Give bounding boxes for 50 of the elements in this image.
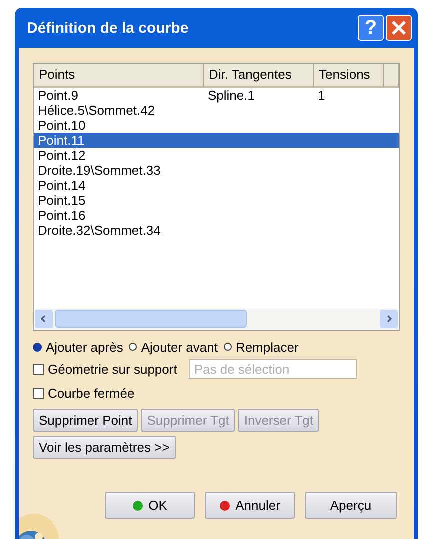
checkbox-label[interactable]: Courbe fermée: [48, 386, 135, 400]
table-cell-text: Point.12: [37, 148, 87, 163]
column-header[interactable]: Tensions: [314, 64, 384, 88]
table-cell-text: Spline.1: [207, 88, 256, 103]
table-row[interactable]: Droite.32\Sommet.34: [34, 223, 399, 238]
window-title: Définition de la courbe: [27, 20, 190, 36]
column-header[interactable]: Points: [34, 64, 204, 88]
table-cell-text: Point.9: [37, 88, 80, 103]
table-row[interactable]: Hélice.5\Sommet.42: [34, 103, 399, 118]
support-field[interactable]: Pas de sélection: [189, 359, 358, 379]
radio-button[interactable]: [224, 343, 232, 351]
table-cell-text: Point.11: [37, 133, 86, 148]
checkbox-label[interactable]: Géometrie sur support: [48, 362, 178, 376]
table-cell-text: Point.15: [37, 193, 87, 208]
parameters-button[interactable]: Voir les paramètres >>: [33, 436, 176, 459]
table-row[interactable]: Point.16: [34, 208, 399, 223]
table-row[interactable]: Point.12: [34, 148, 399, 163]
close-button[interactable]: [386, 15, 412, 41]
table-row[interactable]: Droite.19\Sommet.33: [34, 163, 399, 178]
table-cell-text: Droite.19\Sommet.33: [37, 163, 162, 178]
checkbox[interactable]: [33, 364, 44, 374]
table-cell-text: Point.16: [37, 208, 87, 223]
radio-button[interactable]: [129, 343, 138, 351]
scroll-thumb[interactable]: [55, 310, 247, 328]
table-row[interactable]: Point.9 Spline.1 1: [34, 88, 399, 103]
column-header[interactable]: Dir. Tangentes: [204, 64, 314, 88]
close-icon: [391, 20, 407, 36]
help-button[interactable]: ?: [358, 15, 384, 41]
table-row[interactable]: Point.11: [34, 133, 399, 148]
table-row[interactable]: Point.15: [34, 193, 399, 208]
radio-button[interactable]: [33, 342, 42, 352]
table-cell-text: 1: [317, 88, 326, 103]
table-cell-text: Point.14: [37, 178, 87, 193]
dialog-button[interactable]: Aperçu: [305, 492, 397, 519]
action-button[interactable]: Supprimer Point: [33, 409, 138, 432]
header-filler: [384, 64, 399, 88]
checkbox[interactable]: [33, 388, 44, 398]
scroll-left-button[interactable]: [35, 310, 53, 328]
table-row[interactable]: Point.14: [34, 178, 399, 193]
horizontal-scrollbar[interactable]: [35, 309, 398, 329]
radio-label[interactable]: Ajouter avant: [141, 340, 218, 354]
table-row[interactable]: Point.10: [34, 118, 399, 133]
radio-label[interactable]: Ajouter après: [46, 340, 124, 354]
table-cell-text: Droite.32\Sommet.34: [37, 223, 162, 238]
table-cell-text: Point.10: [37, 118, 87, 133]
dialog-button[interactable]: OK: [105, 492, 195, 519]
radio-label[interactable]: Remplacer: [236, 340, 299, 354]
dialog-button[interactable]: Annuler: [205, 492, 295, 519]
table-cell-text: Hélice.5\Sommet.42: [37, 103, 156, 118]
scroll-right-button[interactable]: [380, 310, 398, 328]
